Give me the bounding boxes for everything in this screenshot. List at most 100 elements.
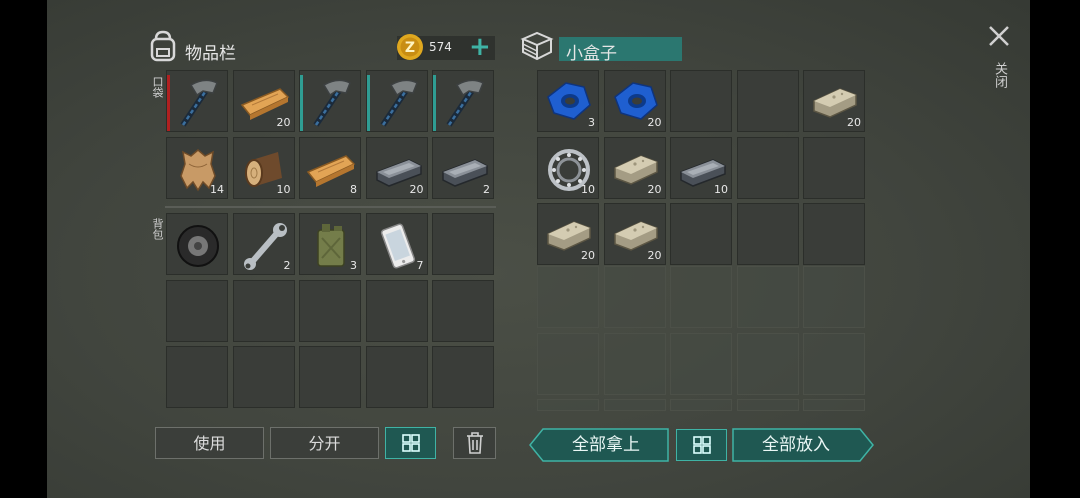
- trash-button[interactable]: [453, 427, 496, 459]
- trash-icon: [466, 432, 483, 454]
- empty-slot[interactable]: [365, 279, 428, 342]
- empty-slot[interactable]: [166, 346, 228, 408]
- durability-bar: [433, 75, 436, 131]
- item-slot[interactable]: 10: [537, 136, 599, 199]
- locked-slot: [537, 399, 599, 411]
- coin-count: 574: [429, 40, 452, 54]
- put-all-button[interactable]: 全部放入: [732, 428, 860, 462]
- item-slot[interactable]: 20: [603, 203, 666, 265]
- item-quantity: 7: [416, 259, 424, 272]
- locked-slot: [670, 266, 732, 328]
- locked-slot: [603, 266, 666, 328]
- item-quantity: 20: [581, 249, 595, 262]
- item-slot[interactable]: 20: [603, 70, 666, 132]
- empty-slot[interactable]: [232, 346, 295, 408]
- item-quantity: 10: [581, 182, 595, 196]
- empty-slot[interactable]: [166, 279, 228, 342]
- backpack-icon: [148, 30, 178, 66]
- locked-slot: [736, 399, 799, 411]
- item-slot[interactable]: 20: [603, 136, 666, 199]
- empty-slot[interactable]: [803, 203, 865, 265]
- locked-slot: [670, 399, 732, 411]
- empty-slot[interactable]: [432, 279, 494, 342]
- item-quantity: 20: [647, 116, 662, 129]
- empty-slot[interactable]: [299, 346, 361, 408]
- empty-slot[interactable]: [736, 203, 799, 265]
- empty-slot[interactable]: [432, 213, 494, 275]
- empty-slot[interactable]: [736, 136, 799, 199]
- item-quantity: 20: [647, 182, 662, 196]
- close-icon[interactable]: [987, 24, 1011, 52]
- svg-text:Z: Z: [405, 40, 415, 56]
- coin-icon: Z: [396, 33, 424, 65]
- item-quantity: 10: [276, 182, 291, 196]
- pocket-divider: [165, 206, 496, 208]
- item-slot[interactable]: [365, 70, 428, 132]
- item-quantity: 20: [276, 116, 291, 129]
- grid-icon: [692, 436, 711, 454]
- item-slot[interactable]: [299, 70, 361, 132]
- item-slot[interactable]: 14: [166, 136, 228, 199]
- item-slot[interactable]: 8: [299, 136, 361, 199]
- empty-slot[interactable]: [670, 203, 732, 265]
- item-quantity: 20: [409, 182, 424, 196]
- empty-slot[interactable]: [736, 70, 799, 132]
- use-button[interactable]: 使用: [155, 427, 264, 459]
- locked-slot: [736, 266, 799, 328]
- grid-icon: [401, 434, 420, 452]
- sort-button[interactable]: [385, 427, 436, 459]
- empty-slot[interactable]: [803, 136, 865, 199]
- item-slot[interactable]: 7: [365, 213, 428, 275]
- item-slot[interactable]: 2: [232, 213, 295, 275]
- item-quantity: 3: [588, 116, 595, 129]
- item-slot[interactable]: 10: [670, 136, 732, 199]
- item-quantity: 20: [847, 116, 861, 129]
- locked-slot: [803, 266, 865, 328]
- locked-slot: [603, 332, 666, 395]
- empty-slot[interactable]: [232, 279, 295, 342]
- item-quantity: 10: [714, 182, 728, 196]
- locked-slot: [670, 332, 732, 395]
- item-slot[interactable]: 3: [537, 70, 599, 132]
- item-slot[interactable]: [166, 70, 228, 132]
- inventory-title: 物品栏: [185, 44, 236, 64]
- close-label[interactable]: 关闭: [990, 62, 1009, 88]
- locked-slot: [736, 332, 799, 395]
- locked-slot: [537, 266, 599, 328]
- item-quantity: 20: [647, 249, 662, 262]
- item-slot[interactable]: [432, 70, 494, 132]
- box-title: 小盒子: [566, 44, 617, 64]
- item-slot[interactable]: 20: [537, 203, 599, 265]
- locked-slot: [537, 332, 599, 395]
- pocket-label: 口袋: [151, 76, 164, 98]
- durability-bar: [167, 75, 170, 131]
- item-slot[interactable]: [166, 213, 228, 275]
- empty-slot[interactable]: [365, 346, 428, 408]
- locked-slot: [803, 332, 865, 395]
- item-quantity: 2: [283, 259, 291, 272]
- item-quantity: 3: [350, 259, 357, 272]
- empty-slot[interactable]: [432, 346, 494, 408]
- item-slot[interactable]: 2: [432, 136, 494, 199]
- item-quantity: 14: [210, 182, 224, 196]
- take-all-button[interactable]: 全部拿上: [543, 428, 669, 462]
- add-coins-button[interactable]: +: [469, 33, 491, 61]
- locked-slot: [603, 399, 666, 411]
- box-icon: [520, 30, 554, 66]
- item-slot[interactable]: 3: [299, 213, 361, 275]
- item-quantity: 2: [483, 182, 490, 196]
- game-screen: 物品栏 Z 574 + 口袋 背包 20 14 10 8 20 2 2 3 7 小盒子 3 20…: [47, 0, 1030, 498]
- durability-bar: [300, 75, 303, 131]
- item-slot[interactable]: 20: [803, 70, 865, 132]
- item-slot[interactable]: 20: [365, 136, 428, 199]
- empty-slot[interactable]: [670, 70, 732, 132]
- box-sort-button[interactable]: [676, 429, 727, 461]
- item-slot[interactable]: 20: [232, 70, 295, 132]
- item-slot[interactable]: 10: [232, 136, 295, 199]
- backpack-label: 背包: [151, 218, 164, 240]
- empty-slot[interactable]: [299, 279, 361, 342]
- item-quantity: 8: [350, 182, 357, 196]
- locked-slot: [803, 399, 865, 411]
- split-button[interactable]: 分开: [270, 427, 379, 459]
- durability-bar: [366, 75, 370, 131]
